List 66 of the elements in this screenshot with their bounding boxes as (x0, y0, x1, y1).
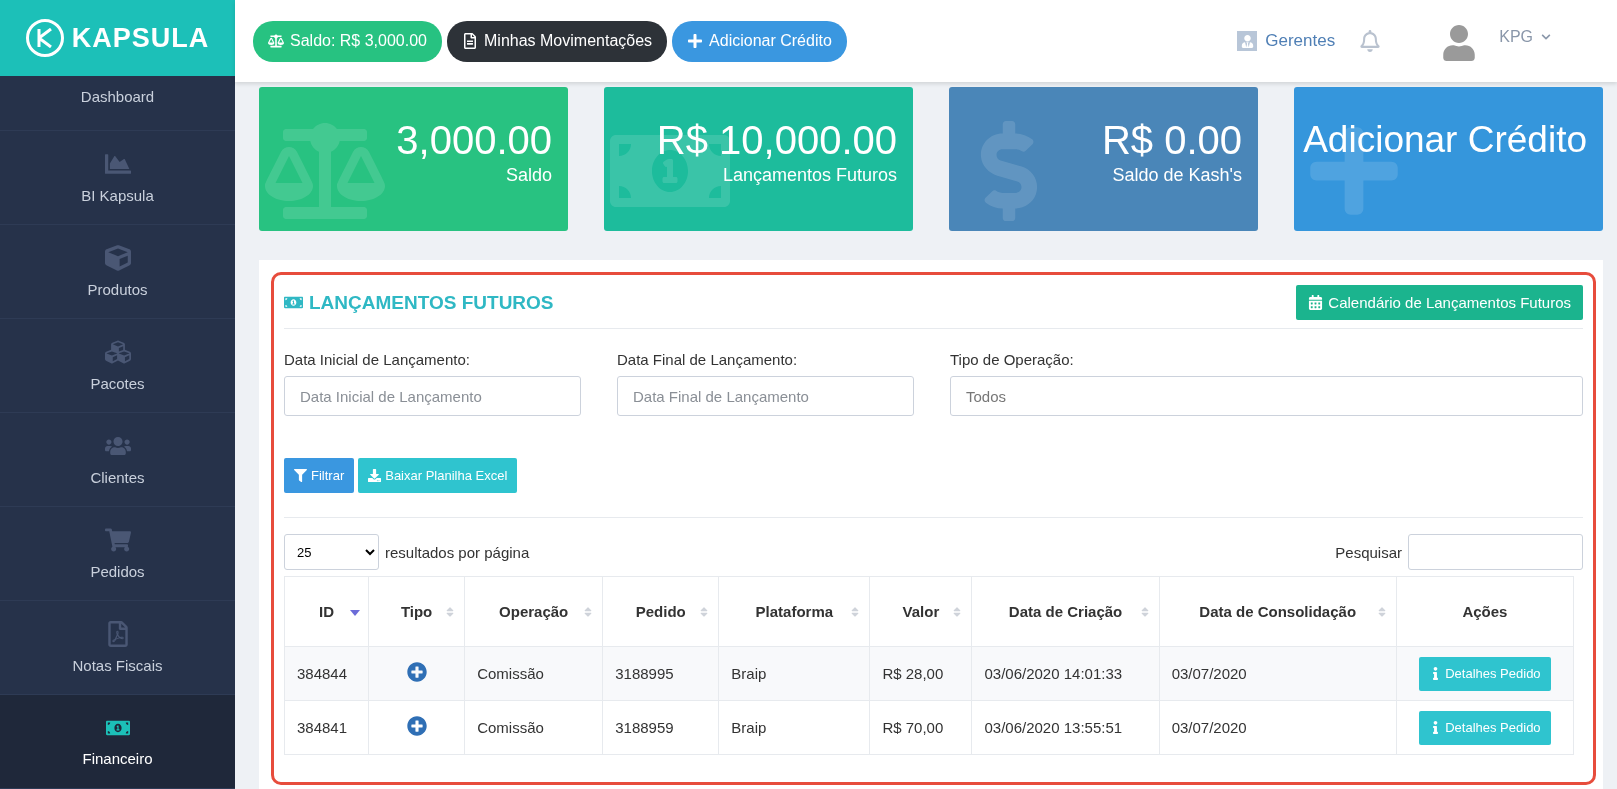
area-chart-icon (104, 151, 131, 177)
sidebar-item[interactable]: Produtos (0, 225, 235, 319)
header-button[interactable]: Minhas Movimentações (447, 20, 668, 62)
table-cell: 03/07/2020 (1159, 700, 1397, 755)
field-label: Tipo de Operação: (950, 351, 1075, 368)
tie-icon (1237, 31, 1258, 51)
column-header: Ações (1396, 576, 1574, 647)
column-header[interactable]: Valor (869, 576, 972, 647)
page-size-label: resultados por página (385, 543, 530, 561)
notification-bell-icon[interactable] (1359, 30, 1382, 52)
card-value: R$ 10,000.00 (656, 117, 897, 163)
sort-down-icon (350, 609, 361, 616)
card-label: Saldo de Kash's (1112, 165, 1242, 186)
column-header[interactable]: Tipo (368, 576, 465, 647)
sidebar-item[interactable]: Financeiro (0, 695, 235, 789)
table-cell: 384841 (284, 700, 369, 755)
table-cell: 3188959 (602, 700, 719, 755)
table-cell: Braip (718, 646, 870, 701)
field-label: Data Inicial de Lançamento: (284, 351, 471, 368)
sidebar-item[interactable]: Dashboard (0, 76, 235, 131)
cubes-icon (104, 339, 131, 365)
card-label: Saldo (505, 165, 552, 186)
filter-icon (294, 469, 307, 482)
search-label: Pesquisar (1335, 543, 1402, 561)
logo-icon (25, 19, 64, 57)
table-cell: R$ 28,00 (869, 646, 972, 701)
calendar-icon (1308, 295, 1324, 310)
table-cell: 03/06/2020 14:01:33 (972, 646, 1160, 701)
table-cell: Comissão (464, 646, 603, 701)
input-field[interactable]: Todos (950, 376, 1583, 416)
column-header[interactable]: Plataforma (718, 576, 870, 647)
sidebar-item[interactable]: BI Kapsula (0, 131, 235, 225)
plus-icon (687, 33, 704, 49)
column-header[interactable]: Operação (464, 576, 603, 647)
section-title-text: LANÇAMENTOS FUTUROS (309, 291, 554, 314)
table-cell: R$ 70,00 (869, 700, 972, 755)
scale-icon (268, 33, 284, 49)
page-size-select[interactable]: 25 (284, 534, 379, 570)
sidebar-item[interactable]: Pedidos (0, 507, 235, 601)
sidebar-item[interactable]: Clientes (0, 413, 235, 507)
document-icon (462, 33, 478, 49)
input-field[interactable]: Data Inicial de Lançamento (284, 376, 581, 416)
sidebar-item[interactable]: Pacotes (0, 319, 235, 413)
table-cell: 3188995 (602, 646, 719, 701)
table-cell: Comissão (464, 700, 603, 755)
field-label: Data Final de Lançamento: (617, 351, 799, 368)
card-label: Lançamentos Futuros (722, 165, 897, 186)
table-cell: 03/07/2020 (1159, 646, 1397, 701)
column-header[interactable]: Data de Criação (972, 576, 1160, 647)
cart-icon (104, 527, 131, 553)
card-value: Adicionar Crédito (1303, 118, 1587, 162)
card-value: 3,000.00 (396, 117, 552, 163)
chevron-down-icon (1541, 32, 1551, 42)
brand-name: KAPSULA (71, 22, 210, 54)
managers-link[interactable]: Gerentes (1237, 31, 1336, 51)
card-value: R$ 0.00 (1101, 117, 1242, 163)
cube-icon (104, 245, 131, 271)
table-cell: Braip (718, 700, 870, 755)
column-header[interactable]: Pedido (602, 576, 719, 647)
search-field[interactable] (1408, 534, 1583, 570)
input-field[interactable]: Data Final de Lançamento (617, 376, 914, 416)
download-icon (368, 469, 382, 482)
column-header[interactable]: ID (284, 576, 369, 647)
table-cell: 384844 (284, 646, 369, 701)
column-header[interactable]: Data de Consolidação (1159, 576, 1397, 647)
table-cell: 03/06/2020 13:55:51 (972, 700, 1160, 755)
